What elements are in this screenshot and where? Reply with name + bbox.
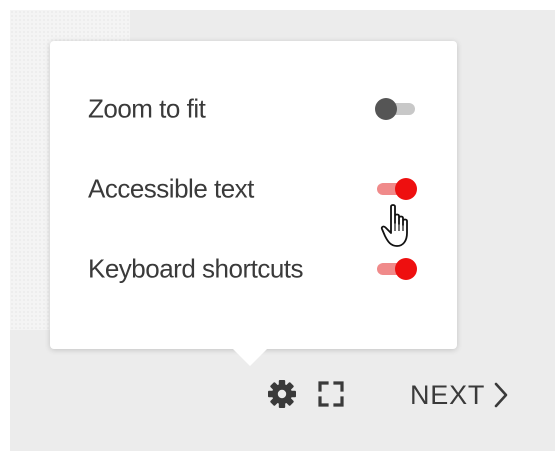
setting-row-keyboard-shortcuts[interactable]: Keyboard shortcuts — [88, 249, 428, 289]
setting-label-accessible-text: Accessible text — [88, 173, 254, 204]
hand-cursor-icon — [380, 204, 408, 247]
popup-pointer — [230, 346, 270, 366]
next-label: NEXT — [410, 379, 486, 410]
chevron-right-icon — [494, 382, 508, 408]
toggle-thumb — [395, 178, 417, 200]
toggle-thumb — [395, 258, 417, 280]
setting-label-keyboard-shortcuts: Keyboard shortcuts — [88, 253, 304, 284]
accessible-text-toggle[interactable] — [375, 177, 417, 201]
gear-icon[interactable] — [266, 378, 298, 410]
next-button[interactable]: NEXT — [410, 376, 509, 414]
fullscreen-icon[interactable] — [318, 381, 344, 407]
setting-label-zoom-to-fit: Zoom to fit — [88, 93, 206, 124]
zoom-to-fit-toggle[interactable] — [375, 97, 417, 121]
toggle-thumb — [375, 98, 397, 120]
settings-popup: Zoom to fit Accessible text Keyboard sho… — [50, 41, 457, 349]
setting-row-accessible-text[interactable]: Accessible text — [88, 169, 428, 209]
setting-row-zoom-to-fit[interactable]: Zoom to fit — [88, 89, 428, 129]
keyboard-shortcuts-toggle[interactable] — [375, 257, 417, 281]
